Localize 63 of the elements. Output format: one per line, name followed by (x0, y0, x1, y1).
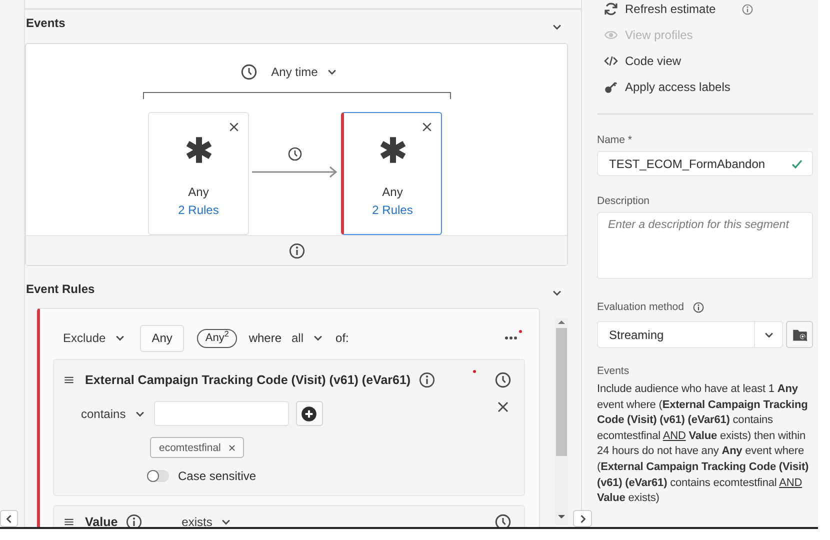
info-icon[interactable] (126, 514, 142, 527)
close-icon[interactable] (228, 121, 240, 133)
description-field[interactable]: Enter a description for this segment (597, 212, 813, 279)
rules-link[interactable]: 2 Rules (372, 203, 413, 217)
clock-icon[interactable] (495, 514, 511, 527)
name-field[interactable]: TEST_ECOM_FormAbandon (597, 151, 813, 176)
remove-icon[interactable] (228, 444, 236, 452)
evaluation-dropdown[interactable]: Streaming (597, 321, 783, 348)
info-icon[interactable] (418, 372, 435, 388)
add-icon (301, 406, 318, 422)
event-node[interactable]: Any 2 Rules (148, 112, 249, 235)
section-title: Events (26, 16, 66, 30)
collapse-button[interactable] (0, 510, 18, 527)
operator-dropdown[interactable]: exists (182, 515, 232, 527)
close-icon[interactable] (421, 121, 433, 133)
action-button[interactable]: Code view (604, 54, 682, 68)
close-icon[interactable] (496, 400, 510, 414)
event-node[interactable]: Any 2 Rules (341, 112, 442, 235)
mode-dropdown[interactable]: Exclude (63, 331, 126, 345)
asterisk-icon (184, 135, 214, 165)
rules-link[interactable]: 2 Rules (178, 203, 219, 217)
alert-dot (519, 330, 522, 333)
alert-dot (473, 370, 476, 373)
key-icon (604, 80, 618, 94)
event-label: Any (188, 185, 209, 199)
toggle-label: Case sensitive (178, 469, 256, 483)
clock-icon (241, 64, 258, 80)
field-label: Name * (597, 134, 634, 146)
drag-handle-icon[interactable] (63, 516, 75, 527)
toggle-switch[interactable] (147, 470, 169, 482)
code-icon (604, 54, 618, 68)
event-button[interactable]: Any (140, 324, 184, 352)
clock-icon[interactable] (495, 372, 511, 388)
value-field[interactable] (154, 401, 289, 426)
where-label: where (248, 331, 282, 345)
event-label: Any (382, 185, 403, 199)
rule-title: Value (85, 515, 118, 527)
scrollbar[interactable] (555, 318, 568, 525)
field-label: Description (597, 195, 651, 207)
info-icon[interactable] (288, 242, 304, 258)
rule-title: External Campaign Tracking Code (Visit) (v61) (eVar61) (85, 373, 411, 387)
info-icon[interactable] (742, 4, 753, 14)
action-button[interactable]: Refresh estimate (604, 2, 716, 16)
clock-icon[interactable] (288, 147, 302, 161)
operator-dropdown[interactable]: contains (81, 406, 146, 420)
quantifier-dropdown[interactable]: all (292, 331, 324, 345)
asterisk-icon (378, 135, 408, 165)
browse-button[interactable] (786, 321, 813, 348)
section-title: Event Rules (26, 282, 95, 296)
time-filter-dropdown[interactable]: Any time (271, 65, 338, 79)
action-button[interactable]: Apply access labels (604, 80, 730, 94)
of-label: of: (336, 331, 349, 345)
tag-label: ecomtestfinal (159, 442, 221, 454)
event-badge[interactable]: Any$^{2}$ (197, 328, 237, 348)
field-label: Events (597, 365, 630, 377)
drag-handle-icon[interactable] (63, 374, 75, 386)
expand-button[interactable] (573, 510, 592, 527)
eye-icon (604, 28, 618, 42)
field-label: Evaluation method (597, 301, 684, 313)
refresh-icon (604, 2, 618, 16)
add-button[interactable] (296, 401, 323, 426)
info-icon[interactable] (692, 302, 704, 312)
summary-text: Include audience who have at least 1 Any event where (External Campaign Tracking Code (Visit) (v61) (eVar61) contains ecomtestfinal AND Value exists) then within 24 hours do not have any Any event where (External Campaign Tracking Code (Visit) (v61) (eVar61) contains ecomtestfinal AND Value exists) (597, 382, 810, 506)
